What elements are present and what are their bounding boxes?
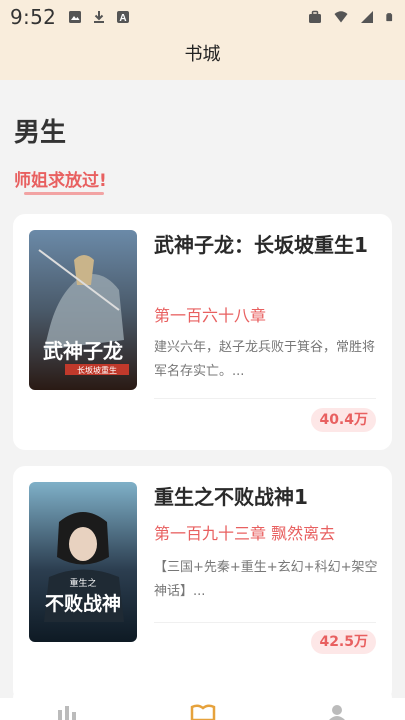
book-list: 男生 师姐求放过! 武神子龙 长坂坡重生 武神子龙：长坂坡重生1 第一百六十八章… [0, 80, 405, 700]
header-bar: 9:52 A 书城 [0, 0, 405, 80]
status-time: 9:52 [10, 5, 57, 29]
book-chapter: 第一百六十八章 [154, 306, 267, 325]
battery-icon [386, 13, 393, 22]
book-card[interactable]: 武神子龙 长坂坡重生 武神子龙：长坂坡重生1 第一百六十八章 建兴六年，赵子龙兵… [13, 214, 392, 450]
tab-underline [24, 192, 104, 195]
card-divider [154, 398, 376, 399]
image-icon [69, 11, 82, 23]
cover-art-2: 重生之 不败战神 [29, 482, 137, 642]
read-count-badge: 40.4万 [311, 408, 376, 432]
person-icon[interactable] [328, 704, 346, 720]
page-title: 书城 [184, 44, 221, 65]
cover-title: 不败战神 [45, 592, 121, 615]
cover-title: 武神子龙 [43, 339, 123, 363]
section-title: 男生 [14, 118, 67, 148]
cover-art-1: 武神子龙 长坂坡重生 [29, 230, 137, 390]
chart-icon[interactable] [56, 704, 78, 720]
book-chapter: 第一百九十三章 飘然离去 [154, 524, 336, 543]
status-bar: 9:52 A [0, 0, 405, 34]
book-title[interactable]: 武神子龙：长坂坡重生1 [154, 228, 380, 262]
book-card[interactable]: 重生之 不败战神 重生之不败战神1 第一百九十三章 飘然离去 【三国+先秦+重生… [13, 466, 392, 700]
book-icon[interactable] [190, 704, 216, 720]
book-description: 建兴六年，赵子龙兵败于箕谷，常胜将军名存实亡。... [154, 340, 376, 379]
download-icon [94, 11, 105, 23]
bottom-nav [0, 698, 405, 720]
book-cover[interactable]: 武神子龙 长坂坡重生 [29, 230, 137, 390]
book-title[interactable]: 重生之不败战神1 [154, 480, 380, 514]
read-count-badge: 42.5万 [311, 630, 376, 654]
signal-icon [361, 11, 373, 23]
book-cover[interactable]: 重生之 不败战神 [29, 482, 137, 642]
briefcase-icon [309, 10, 321, 23]
svg-text:A: A [120, 13, 127, 24]
card-divider [154, 622, 376, 623]
tab-active[interactable]: 师姐求放过! [14, 166, 107, 191]
book-description: 【三国+先秦+重生+玄幻+科幻+架空神话】... [154, 560, 378, 599]
cover-subtitle: 重生之 [69, 577, 96, 589]
wifi-icon [334, 11, 348, 23]
a-box-icon: A [117, 11, 130, 24]
cover-subtitle: 长坂坡重生 [77, 365, 117, 375]
